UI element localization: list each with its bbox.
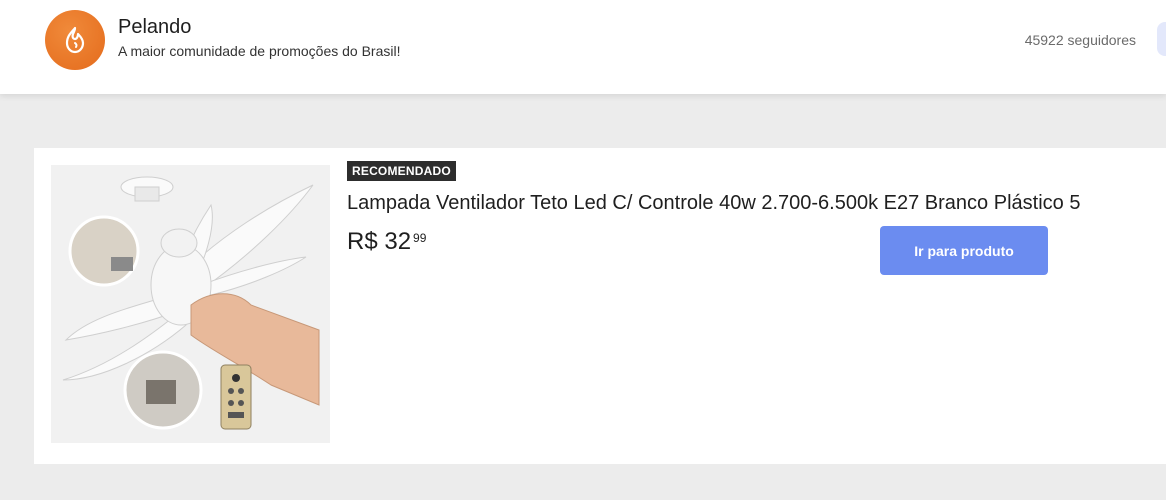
followers-count: 45922 seguidores bbox=[1024, 32, 1136, 48]
header: Pelando A maior comunidade de promoções … bbox=[0, 0, 1166, 94]
go-to-product-button[interactable]: Ir para produto bbox=[880, 226, 1048, 275]
recommended-badge: RECOMENDADO bbox=[347, 161, 456, 181]
product-card: RECOMENDADO Lampada Ventilador Teto Led … bbox=[34, 148, 1166, 464]
follow-button[interactable] bbox=[1157, 22, 1166, 56]
product-title[interactable]: Lampada Ventilador Teto Led C/ Controle … bbox=[347, 192, 1080, 215]
product-price: R$ 32 99 bbox=[347, 228, 426, 256]
product-photo bbox=[62, 176, 320, 430]
brand-tagline: A maior comunidade de promoções do Brasi… bbox=[118, 43, 401, 59]
price-cents: 99 bbox=[413, 231, 427, 245]
brand-logo[interactable] bbox=[45, 10, 105, 70]
price-main: R$ 32 bbox=[347, 228, 412, 255]
brand-name[interactable]: Pelando bbox=[118, 16, 191, 39]
product-image[interactable] bbox=[51, 165, 330, 443]
flame-icon bbox=[65, 26, 85, 54]
